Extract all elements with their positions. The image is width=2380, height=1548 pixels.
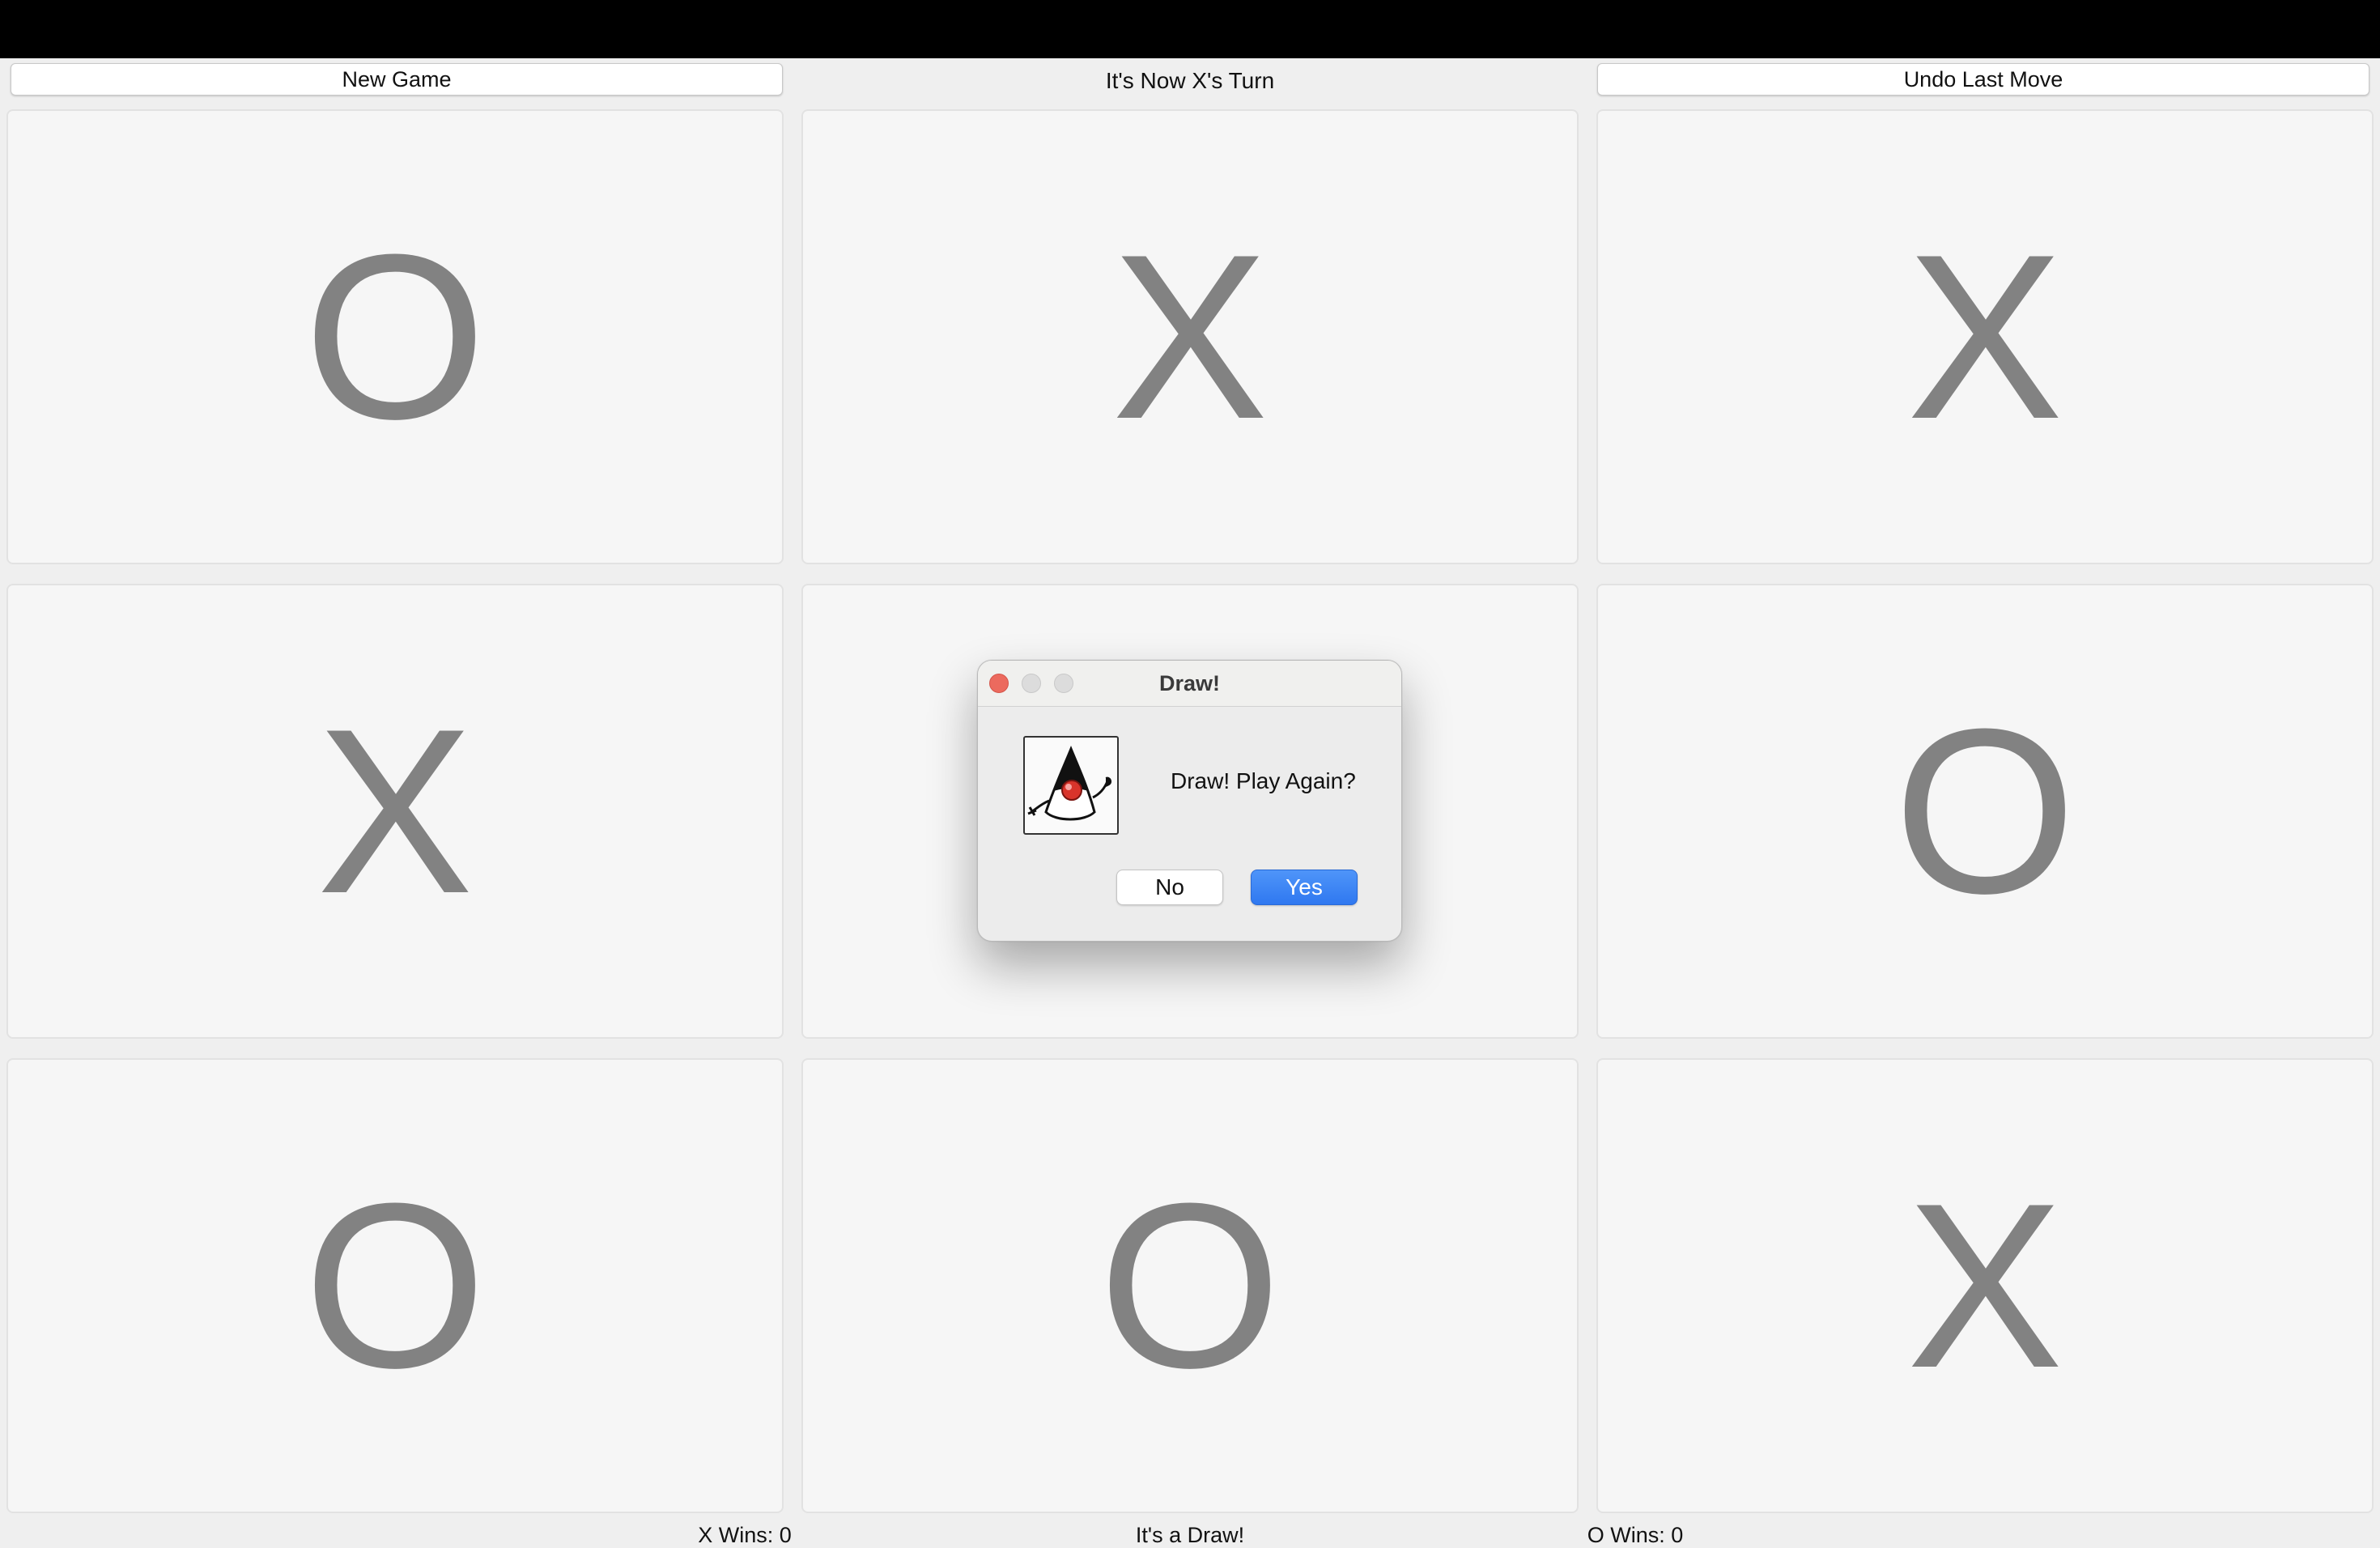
board-cell-4[interactable]: X (6, 584, 784, 1039)
x-wins-label: X Wins: 0 (698, 1523, 792, 1547)
game-result-label: It's a Draw! (1135, 1523, 1245, 1547)
cell-mark: O (1893, 680, 2076, 942)
cell-mark: X (317, 680, 474, 942)
cell-mark: X (1111, 206, 1269, 468)
turn-label: It's Now X's Turn (1105, 68, 1275, 93)
cell-mark: X (1906, 206, 2063, 468)
cell-mark: O (304, 206, 487, 468)
o-wins-label: O Wins: 0 (1587, 1523, 1684, 1547)
board-cell-7[interactable]: O (6, 1058, 784, 1513)
dialog-message: Draw! Play Again? (1171, 768, 1356, 793)
board-cell-8[interactable]: O (801, 1058, 1579, 1513)
board-cell-1[interactable]: O (6, 109, 784, 564)
cell-mark: O (304, 1155, 487, 1417)
minimize-window-button (1022, 674, 1041, 693)
new-game-button[interactable]: New Game (11, 63, 783, 96)
board-cell-3[interactable]: X (1596, 109, 2374, 564)
close-window-button[interactable] (989, 674, 1009, 693)
board-cell-6[interactable]: O (1596, 584, 2374, 1039)
draw-dialog: Draw! Draw! Play Again? No Yes (977, 660, 1402, 942)
java-duke-icon (1023, 736, 1119, 835)
zoom-window-button (1054, 674, 1073, 693)
cell-mark: X (1906, 1155, 2063, 1417)
top-bar (0, 0, 2380, 58)
dialog-title: Draw! (1158, 671, 1220, 695)
undo-last-move-button[interactable]: Undo Last Move (1597, 63, 2369, 96)
cell-mark: O (1099, 1155, 1281, 1417)
board-cell-9[interactable]: X (1596, 1058, 2374, 1513)
board-cell-2[interactable]: X (801, 109, 1579, 564)
no-button[interactable]: No (1116, 870, 1223, 905)
yes-button[interactable]: Yes (1251, 870, 1358, 905)
